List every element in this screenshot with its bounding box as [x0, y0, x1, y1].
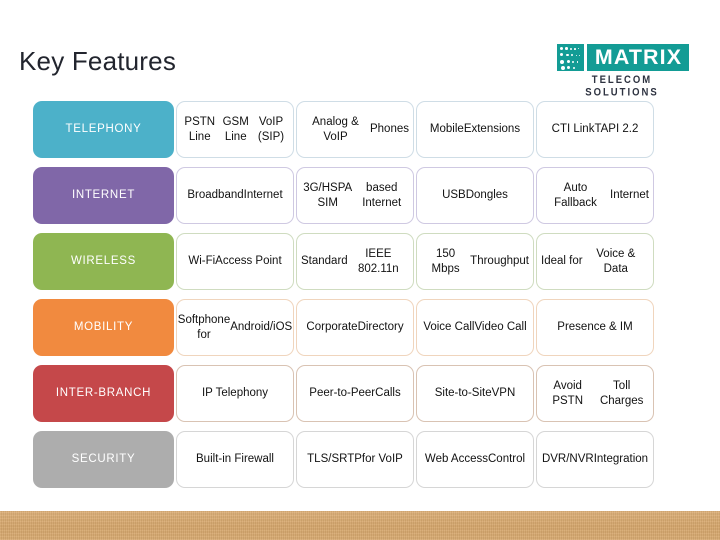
feature-grid: TELEPHONY PSTN Line GSM Line VoIP (SIP) Anal… — [33, 101, 654, 488]
feature-cell-security-2[interactable]: TLS/SRTP for VoIP — [296, 431, 414, 488]
feature-cell-security-3[interactable]: Web Access Control — [416, 431, 534, 488]
category-label-inter-branch[interactable]: INTER- BRANCH — [33, 365, 174, 422]
feature-row-mobility: MOBILITY Softphone for Android/iOS Corporat… — [33, 299, 654, 356]
feature-cell-inter-branch-2[interactable]: Peer-to-Peer Calls — [296, 365, 414, 422]
feature-cell-inter-branch-3[interactable]: Site-to-Site VPN — [416, 365, 534, 422]
feature-cell-security-1[interactable]: Built-in Firewall — [176, 431, 294, 488]
feature-cell-internet-2[interactable]: 3G/HSPA SIM based Internet — [296, 167, 414, 224]
logo-wordmark: MATRIX — [587, 44, 689, 71]
feature-cell-telephony-3[interactable]: Mobile Extensions — [416, 101, 534, 158]
feature-row-wireless: WIRELESS Wi-Fi Access Point Standard IEEE 80… — [33, 233, 654, 290]
feature-cell-internet-4[interactable]: Auto Fallback Internet — [536, 167, 654, 224]
feature-cell-mobility-3[interactable]: Voice Call Video Call — [416, 299, 534, 356]
feature-cell-internet-3[interactable]: USB Dongles — [416, 167, 534, 224]
feature-cell-security-4[interactable]: DVR/NVR Integration — [536, 431, 654, 488]
feature-cell-inter-branch-4[interactable]: Avoid PSTN Toll Charges — [536, 365, 654, 422]
logo-tagline: TELECOM SOLUTIONS — [585, 74, 659, 99]
brand-logo: MATRIX TELECOM SOLUTIONS — [557, 44, 689, 99]
feature-row-telephony: TELEPHONY PSTN Line GSM Line VoIP (SIP) Anal… — [33, 101, 654, 158]
feature-cell-wireless-2[interactable]: Standard IEEE 802.11n — [296, 233, 414, 290]
category-label-internet[interactable]: INTERNET — [33, 167, 174, 224]
bottom-decorative-band — [0, 511, 720, 540]
category-label-mobility[interactable]: MOBILITY — [33, 299, 174, 356]
feature-cell-wireless-4[interactable]: Ideal for Voice & Data — [536, 233, 654, 290]
feature-cell-telephony-2[interactable]: Analog & VoIP Phones — [296, 101, 414, 158]
feature-cell-mobility-1[interactable]: Softphone for Android/iOS — [176, 299, 294, 356]
feature-cell-mobility-4[interactable]: Presence & IM — [536, 299, 654, 356]
category-label-security[interactable]: SECURITY — [33, 431, 174, 488]
feature-cell-wireless-3[interactable]: 150 Mbps Throughput — [416, 233, 534, 290]
category-label-telephony[interactable]: TELEPHONY — [33, 101, 174, 158]
feature-cell-mobility-2[interactable]: Corporate Directory — [296, 299, 414, 356]
feature-row-internet: INTERNET Broadband Internet 3G/HSPA SIM base… — [33, 167, 654, 224]
feature-cell-telephony-1[interactable]: PSTN Line GSM Line VoIP (SIP) — [176, 101, 294, 158]
logo-row: MATRIX — [557, 44, 689, 71]
feature-row-security: SECURITY Built-in Firewall TLS/SRTP for VoI… — [33, 431, 654, 488]
feature-cell-internet-1[interactable]: Broadband Internet — [176, 167, 294, 224]
page-title: Key Features — [19, 46, 177, 76]
feature-cell-telephony-4[interactable]: CTI Link TAPI 2.2 — [536, 101, 654, 158]
dot-matrix-icon — [557, 44, 584, 71]
feature-cell-inter-branch-1[interactable]: IP Telephony — [176, 365, 294, 422]
feature-cell-wireless-1[interactable]: Wi-Fi Access Point — [176, 233, 294, 290]
category-label-wireless[interactable]: WIRELESS — [33, 233, 174, 290]
feature-row-inter-branch: INTER- BRANCH IP Telephony Peer-to-Peer Call… — [33, 365, 654, 422]
